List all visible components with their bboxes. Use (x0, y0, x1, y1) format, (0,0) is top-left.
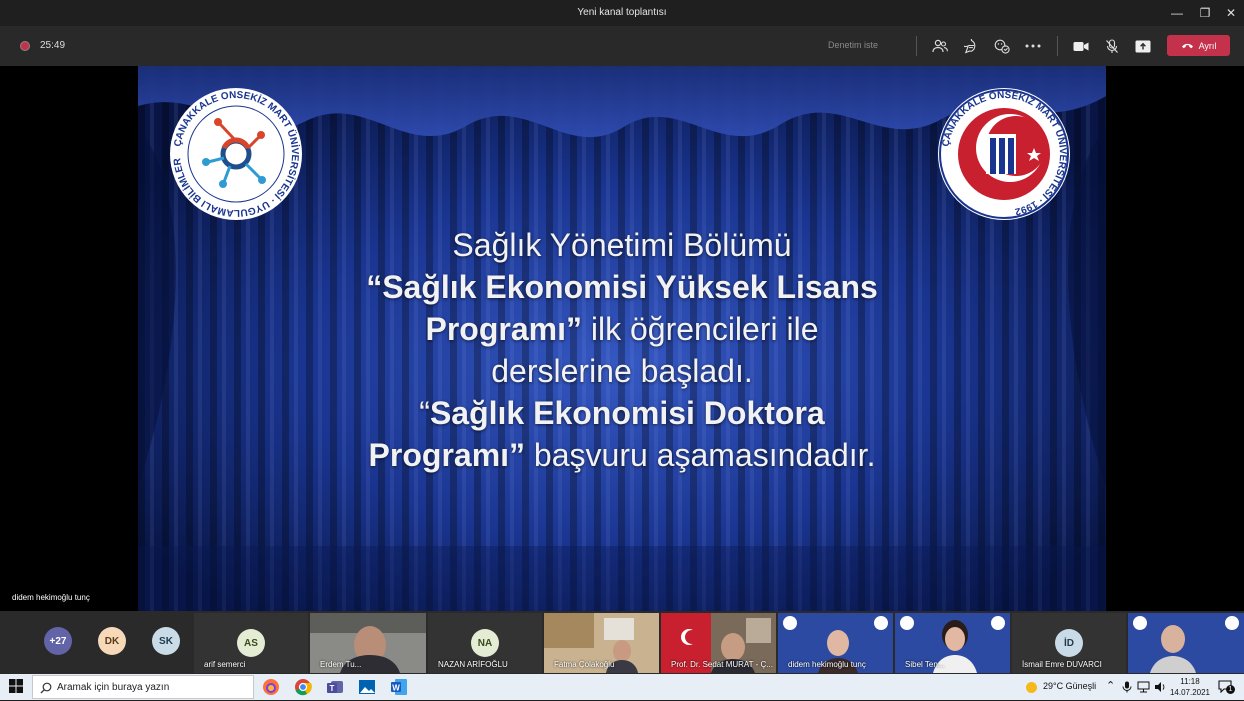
clock-time: 11:18 (1180, 677, 1200, 686)
participant-name: Erdem Tu... (320, 660, 362, 669)
slide-line: “Sağlık Ekonomisi Yüksek Lisans (366, 269, 878, 305)
slide-line: Programı” başvuru aşamasındadır. (368, 437, 876, 473)
volume-icon[interactable] (1154, 681, 1166, 693)
participant-name: Prof. Dr. Sedat MURAT - Ç... (671, 660, 773, 669)
chat-icon[interactable] (960, 35, 982, 57)
recording-icon (20, 41, 30, 51)
windows-icon (9, 679, 23, 693)
maximize-button[interactable]: ❐ (1192, 3, 1218, 23)
participant-tile[interactable] (1128, 613, 1244, 673)
presenter-name: didem hekimoğlu tunç (12, 593, 90, 602)
slide-line: derslerine başladı. (491, 353, 753, 389)
shared-content-stage: ÇANAKKALE ONSEKİZ MART ÜNİVERSİTESİ · UY… (0, 66, 1244, 611)
leave-label: Ayrıl (1198, 40, 1217, 51)
participant-strip: +27 DK SK AS arif semerci Erdem Tu... NA… (0, 611, 1244, 674)
faculty-logo: ÇANAKKALE ONSEKİZ MART ÜNİVERSİTESİ · UY… (168, 86, 302, 220)
firefox-icon[interactable] (262, 678, 280, 696)
leave-button[interactable]: Ayrıl (1167, 35, 1230, 56)
participant-name: İsmail Emre DUVARCI (1022, 660, 1102, 669)
participant-tile[interactable]: AS arif semerci (194, 613, 308, 673)
start-button[interactable] (8, 678, 26, 696)
microphone-icon[interactable] (1122, 681, 1132, 693)
avatar[interactable]: SK (152, 627, 180, 655)
title-bar: Yeni kanal toplantısı — ❐ ✕ (0, 0, 1244, 26)
participant-tile[interactable]: Sibel Ten... (895, 613, 1010, 673)
phone-hangup-icon (1181, 43, 1193, 49)
network-icon[interactable] (1137, 681, 1150, 693)
participant-video (1128, 613, 1244, 673)
participant-name: NAZAN ARİFOĞLU (438, 660, 508, 669)
participants-icon[interactable] (929, 35, 951, 57)
slide-text: Sağlık Yönetimi Bölümü “Sağlık Ekonomisi… (138, 224, 1106, 476)
participant-tile[interactable]: Fatma Çolakoğlu (544, 613, 659, 673)
slide-line: “Sağlık Ekonomisi Doktora (419, 395, 825, 431)
participant-tile[interactable]: Erdem Tu... (310, 613, 426, 673)
slide-line: Sağlık Yönetimi Bölümü (452, 227, 792, 263)
notification-count-badge: 1 (1226, 685, 1235, 694)
slide-line: Programı” ilk öğrencileri ile (425, 311, 819, 347)
svg-text:W: W (392, 684, 400, 693)
participant-name: didem hekimoğlu tunç (788, 660, 866, 669)
presentation-slide: ÇANAKKALE ONSEKİZ MART ÜNİVERSİTESİ · UY… (138, 66, 1106, 611)
participant-name: arif semerci (204, 660, 246, 669)
clock[interactable]: 11:18 14.07.2021 (1168, 676, 1212, 698)
meeting-toolbar: 25:49 Denetim iste Ayrıl (0, 26, 1244, 66)
toolbar-divider (1057, 36, 1058, 56)
close-button[interactable]: ✕ (1218, 3, 1244, 23)
more-options-icon[interactable] (1022, 35, 1044, 57)
weather-sun-icon[interactable] (1025, 681, 1038, 694)
photos-app-icon[interactable] (358, 678, 376, 696)
avatar: AS (237, 629, 265, 657)
participant-name: Sibel Ten... (905, 660, 945, 669)
search-icon (40, 682, 52, 694)
minimize-button[interactable]: — (1164, 3, 1190, 23)
university-logo: ÇANAKKALE ONSEKİZ MART ÜNİVERSİTESİ · 19… (938, 88, 1070, 220)
participant-tile[interactable]: İD İsmail Emre DUVARCI (1012, 613, 1126, 673)
toolbar-divider (916, 36, 917, 56)
participant-tile[interactable]: NA NAZAN ARİFOĞLU (428, 613, 542, 673)
reactions-icon[interactable] (991, 35, 1013, 57)
participant-tile[interactable]: didem hekimoğlu tunç (778, 613, 893, 673)
meeting-timer: 25:49 (40, 40, 66, 51)
notifications-icon[interactable]: 1 (1218, 680, 1235, 698)
clock-date: 14.07.2021 (1169, 688, 1211, 697)
chrome-icon[interactable] (294, 678, 312, 696)
svg-text:T: T (330, 684, 335, 693)
taskbar: Aramak için buraya yazın T W 29°C Güneşl… (0, 674, 1244, 700)
word-icon[interactable]: W (390, 678, 408, 696)
participant-name: Fatma Çolakoğlu (554, 660, 615, 669)
participant-tile[interactable]: Prof. Dr. Sedat MURAT - Ç... (661, 613, 776, 673)
request-control-button[interactable]: Denetim iste (828, 40, 878, 50)
avatar[interactable]: DK (98, 627, 126, 655)
avatar: NA (471, 629, 499, 657)
share-screen-icon[interactable] (1132, 35, 1154, 57)
search-placeholder: Aramak için buraya yazın (57, 682, 170, 693)
chevron-up-icon[interactable]: ⌃ (1106, 679, 1115, 692)
mic-muted-icon[interactable] (1101, 35, 1123, 57)
window-title: Yeni kanal toplantısı (577, 7, 667, 18)
taskbar-search-input[interactable]: Aramak için buraya yazın (32, 675, 254, 699)
avatar: İD (1055, 629, 1083, 657)
camera-icon[interactable] (1070, 35, 1092, 57)
more-participants-badge[interactable]: +27 (44, 627, 72, 655)
weather-text[interactable]: 29°C Güneşli (1043, 681, 1096, 691)
teams-icon[interactable]: T (326, 678, 344, 696)
